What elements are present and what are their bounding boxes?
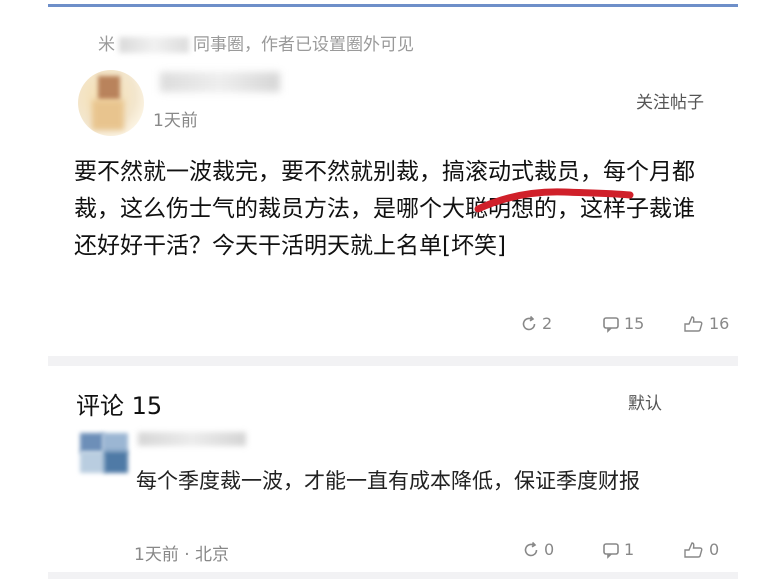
blurred-circle-name (119, 37, 189, 53)
comment-like-count: 0 (709, 540, 720, 559)
author-name-blurred[interactable] (160, 72, 280, 92)
comment-share-count: 0 (544, 540, 555, 559)
comment-share-stat[interactable]: 0 (522, 540, 554, 559)
comments-title: 评论 15 (76, 392, 163, 420)
commenter-name-blurred[interactable] (138, 432, 246, 446)
bottom-separator (48, 572, 738, 579)
post-share-stat[interactable]: 2 (520, 314, 552, 333)
comment-icon (603, 542, 619, 559)
author-avatar[interactable] (78, 70, 144, 136)
circle-visibility-note: 米 同事圈，作者已设置圈外可见 (98, 30, 414, 55)
comments-sort-button[interactable]: 默认 (628, 389, 662, 414)
thumbs-up-icon (684, 315, 703, 332)
follow-post-button[interactable]: 关注帖子 (636, 88, 704, 113)
commenter-avatar[interactable] (80, 433, 128, 473)
comment-meta: 1天前 · 北京 (134, 545, 230, 565)
thumbs-up-icon (684, 541, 703, 558)
repost-icon (522, 315, 536, 330)
section-separator (48, 356, 738, 366)
top-divider (48, 4, 738, 7)
post-body: 要不然就一波裁完，要不然就别裁，搞滚动式裁员，每个月都裁，这么伤士气的裁员方法，… (74, 159, 695, 259)
comment-reply-stat[interactable]: 1 (602, 540, 634, 559)
share-count: 2 (542, 314, 553, 333)
comment-like-stat[interactable]: 0 (683, 540, 719, 559)
post-comment-stat[interactable]: 15 (602, 314, 644, 333)
comment-icon (603, 316, 619, 333)
comment-count: 15 (624, 314, 645, 333)
comment-reply-count: 1 (624, 540, 635, 559)
comment-body: 每个季度裁一波，才能一直有成本降低，保证季度财报 (136, 469, 640, 493)
like-count: 16 (709, 314, 730, 333)
repost-icon (524, 541, 538, 556)
post-like-stat[interactable]: 16 (683, 314, 729, 333)
circle-prefix: 米 (98, 35, 115, 55)
post-time: 1天前 (153, 111, 198, 131)
circle-text: 同事圈，作者已设置圈外可见 (193, 35, 414, 55)
